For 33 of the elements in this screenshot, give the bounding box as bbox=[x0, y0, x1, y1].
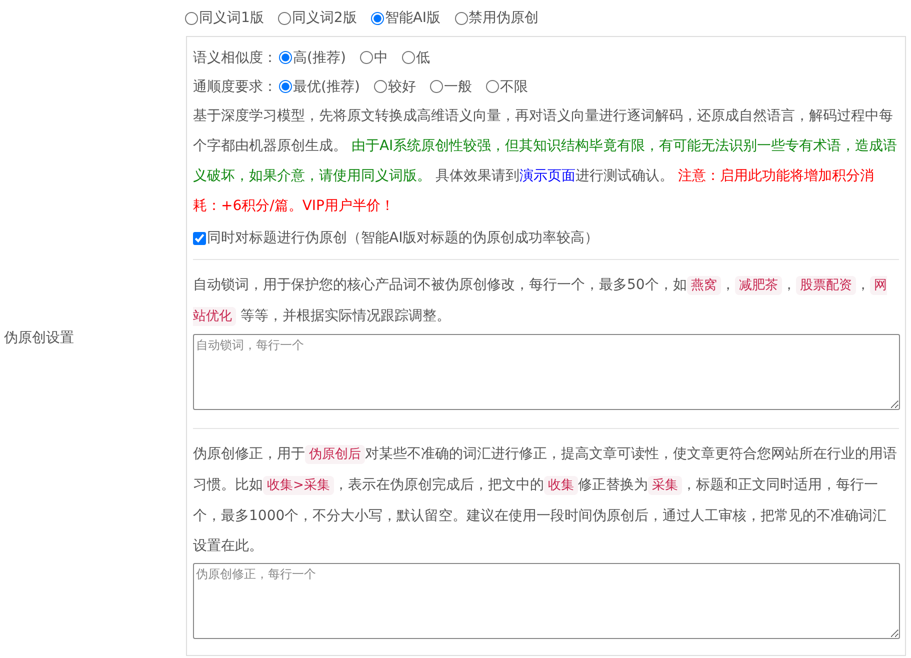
corrections-description: 伪原创修正，用于 伪原创后 对某些不准确的词汇进行修正，提高文章可读性，使文章更符合您网站所在行业的用语习惯。比如 收集>采集 ，表示在伪原创完成后，把文中的 收集 修正替换为 采集 ，标题和正文同时适用，每行一个，最多1000个，不分大小写，默认留空。建议在使用一段时间伪原创后，通过人工审核，把常见的不准确词汇设置在此。 bbox=[193, 444, 898, 556]
setting-label: 通顺度要求： bbox=[193, 78, 277, 96]
option-label: 中 bbox=[374, 48, 388, 66]
setting-radio-button[interactable] bbox=[279, 51, 292, 64]
mode-radio-button[interactable] bbox=[185, 12, 198, 24]
setting-radio-button[interactable] bbox=[360, 51, 373, 64]
mode-label: 禁用伪原创 bbox=[468, 9, 539, 27]
mode-label: 同义词2版 bbox=[292, 9, 357, 27]
option-label: 不限 bbox=[500, 78, 528, 96]
demo-page-link[interactable]: 演示页面 bbox=[519, 168, 576, 184]
setting-radio-button[interactable] bbox=[402, 51, 415, 64]
setting-radio-button[interactable] bbox=[430, 80, 443, 93]
setting-radio-button[interactable] bbox=[374, 80, 387, 93]
option-label: 较好 bbox=[388, 78, 416, 96]
lock-words-field[interactable]: 自动锁词，每行一个 bbox=[193, 334, 900, 410]
lock-words-description: 自动锁词，用于保护您的核心产品词不被伪原创修改，每行一个，最多50个，如 燕窝 ， 减肥茶 ， 股票配资 ， 网站优化 等等，并根据实际情况跟踪调整。 bbox=[193, 275, 888, 328]
ai-description-text: 基于深度学习模型，先将原文转换成高维语义向量，再对语义向量进行逐词解码，还原成自然语言，解码过程中每个字都由机器原创生成。 由于AI系统原创性较强，但其知识结构毕竟有限，有可能无法识别一些专有术语，造成语义破坏，如果介意，请使用同义词版。 具体效果请到演示页面进行测试确认。 注意：启用此功能将增加积分消耗：+6积分/篇。VIP用户半价！ bbox=[193, 107, 898, 216]
title-checkbox[interactable] bbox=[193, 232, 206, 244]
option-label: 高(推荐) bbox=[293, 48, 346, 66]
mode-radio-button[interactable] bbox=[454, 12, 468, 24]
checkbox-label: 同时对标题进行伪原创（智能AI版对标题的伪原创成功率较高） bbox=[207, 229, 599, 247]
setting-label: 语义相似度： bbox=[193, 48, 277, 66]
mode-radio-button[interactable] bbox=[370, 12, 384, 24]
setting-radio-button[interactable] bbox=[486, 80, 499, 93]
mode-label: 同义词1版 bbox=[199, 9, 264, 27]
option-label: 低 bbox=[416, 48, 430, 66]
mode-label: 智能AI版 bbox=[384, 9, 441, 27]
option-label: 最优(推荐) bbox=[293, 78, 360, 96]
option-label: 一般 bbox=[444, 78, 472, 96]
section-label: 伪原创设置 bbox=[4, 329, 74, 347]
corrections-field[interactable]: 伪原创修正，每行一个 bbox=[193, 563, 900, 639]
setting-radio-button[interactable] bbox=[279, 80, 292, 93]
mode-radio-button[interactable] bbox=[278, 12, 291, 24]
